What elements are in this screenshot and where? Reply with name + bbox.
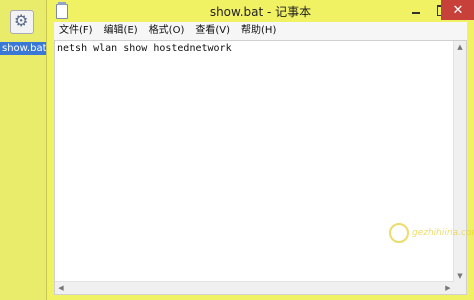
menu-file[interactable]: 文件(F) [54,22,99,40]
menu-format[interactable]: 格式(O) [144,22,191,40]
close-button[interactable]: ✕ [441,0,474,20]
horizontal-scrollbar[interactable]: ◀ ▶ [55,281,454,294]
title-bar[interactable]: show.bat - 记事本 ✕ [47,0,474,22]
site-watermark: gezhihiina.com [389,223,474,243]
notepad-window: show.bat - 记事本 ✕ 文件(F) 编辑(E) 格式(O) 查看(V)… [46,0,474,300]
close-icon: ✕ [452,3,464,18]
text-editor[interactable]: netsh wlan show hostednetwork ▲ ▼ ◀ ▶ [54,40,467,295]
menu-bar: 文件(F) 编辑(E) 格式(O) 查看(V) 帮助(H) [54,22,467,41]
watermark-logo-icon [389,223,409,243]
menu-edit[interactable]: 编辑(E) [99,22,144,40]
minimize-button[interactable] [402,0,429,20]
scroll-left-icon[interactable]: ◀ [55,282,67,294]
desktop-file-label: show.bat [0,42,49,55]
watermark-text: gezhihiina.com [412,228,474,238]
batch-file-gear-icon [10,10,34,34]
scrollbar-corner [454,282,466,294]
vertical-scrollbar[interactable]: ▲ ▼ [453,41,466,282]
menu-view[interactable]: 查看(V) [190,22,236,40]
menu-help[interactable]: 帮助(H) [236,22,282,40]
scroll-up-icon[interactable]: ▲ [454,41,466,53]
scroll-down-icon[interactable]: ▼ [454,270,466,282]
desktop-file-icon[interactable]: show.bat [0,10,49,55]
editor-content[interactable]: netsh wlan show hostednetwork [57,43,232,54]
scroll-right-icon[interactable]: ▶ [442,282,454,294]
